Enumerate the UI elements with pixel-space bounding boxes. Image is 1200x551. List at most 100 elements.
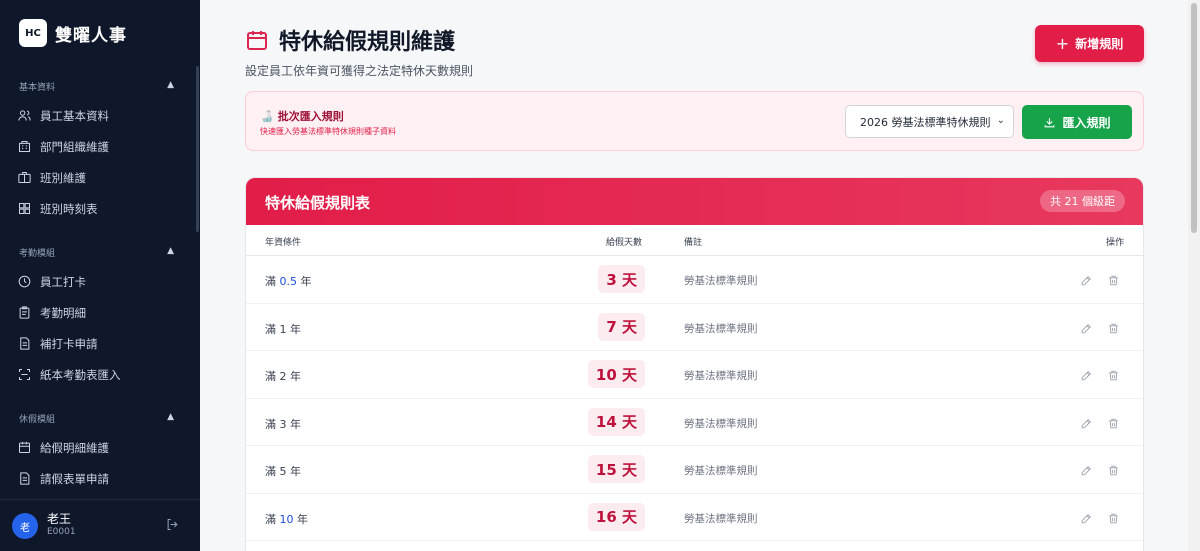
count-badge: 共 21 個級距 xyxy=(1040,190,1125,212)
brand-name: 雙曜人事 xyxy=(55,25,127,46)
col-days: 給假天數 xyxy=(606,238,643,248)
import-title: 🍶 批次匯入規則 xyxy=(260,108,344,124)
logout-icon[interactable] xyxy=(165,517,181,533)
sidebar-item-label: 請假表單申請 xyxy=(40,471,109,486)
sidebar-scrollbar[interactable] xyxy=(196,66,199,232)
page-subtitle: 設定員工依年資可獲得之法定特休天數規則 xyxy=(245,64,474,78)
collapse-caret-icon[interactable]: ▲ xyxy=(167,80,174,90)
sidebar-section-header[interactable]: 考勤模組 ▲ xyxy=(0,242,196,262)
sidebar-section-title: 休假模組 xyxy=(19,414,56,425)
seniority-condition: 滿 10 年 xyxy=(265,511,308,527)
trash-icon[interactable] xyxy=(1107,415,1121,429)
condition-unit: 年 xyxy=(286,417,301,431)
condition-unit: 年 xyxy=(286,322,301,336)
add-rule-label: 新增規則 xyxy=(1075,37,1124,51)
sidebar: HC 雙曜人事 基本資料 ▲ 員工基本資料部門組織維護班別維護 班別時刻表考勤模組 ▲ 員… xyxy=(0,0,200,551)
table-row: 滿 10 年 16 天 勞基法標準規則 xyxy=(246,494,1143,541)
sidebar-item[interactable]: 請假表單申請 xyxy=(0,463,196,494)
edit-icon[interactable] xyxy=(1080,320,1094,334)
edit-icon[interactable] xyxy=(1080,510,1094,524)
condition-unit: 年 xyxy=(297,275,312,288)
sidebar-item[interactable]: 部門組織維護 xyxy=(0,131,196,162)
add-rule-button[interactable]: + 新增規則 xyxy=(1035,25,1144,62)
rule-note: 勞基法標準規則 xyxy=(684,322,758,335)
clock-icon xyxy=(16,274,32,290)
page-scrollbar-thumb[interactable] xyxy=(1191,3,1197,233)
sidebar-section: 基本資料 ▲ 員工基本資料部門組織維護班別維護 班別時刻表 xyxy=(0,76,196,224)
condition-years: 1 xyxy=(279,322,287,336)
condition-prefix: 滿 xyxy=(265,370,280,383)
sidebar-item-label: 部門組織維護 xyxy=(40,139,109,154)
bottle-icon: 🍶 xyxy=(260,110,274,123)
edit-icon[interactable] xyxy=(1080,462,1094,476)
sidebar-item[interactable]: 考勤明細 xyxy=(0,297,196,328)
import-title-label: 批次匯入規則 xyxy=(277,110,344,123)
building-icon xyxy=(16,139,32,155)
rule-set-select-value: 2026 勞基法標準特休規則 xyxy=(860,115,991,129)
collapse-caret-icon[interactable]: ▲ xyxy=(167,246,174,256)
brand-logo: HC xyxy=(19,19,47,47)
seniority-condition: 滿 0.5 年 xyxy=(265,273,312,289)
table-row: 滿 0.5 年 3 天 勞基法標準規則 xyxy=(246,256,1143,304)
table-header-bar: 特休給假規則表 共 21 個級距 xyxy=(246,178,1143,225)
rule-note: 勞基法標準規則 xyxy=(684,512,758,525)
condition-years: 10 xyxy=(279,512,294,526)
leave-days-badge: 16 天 xyxy=(587,502,645,531)
table-row: 滿 5 年 15 天 勞基法標準規則 xyxy=(246,446,1143,494)
edit-icon[interactable] xyxy=(1080,367,1094,381)
rule-note: 勞基法標準規則 xyxy=(684,370,758,382)
calendar-icon xyxy=(245,28,269,52)
page-title: 特休給假規則維護 xyxy=(279,30,456,55)
page-scrollbar[interactable] xyxy=(1188,0,1200,551)
leave-days-badge: 3 天 xyxy=(598,265,645,293)
rules-table-card: 特休給假規則表 共 21 個級距 年資條件 給假天數 備註 操作 滿 0.5 年… xyxy=(245,177,1144,551)
leave-days-badge: 7 天 xyxy=(598,312,645,341)
sidebar-item[interactable]: 紙本考勤表匯入 xyxy=(0,359,196,390)
sidebar-section-header[interactable]: 基本資料 ▲ xyxy=(0,76,196,96)
trash-icon[interactable] xyxy=(1107,462,1121,476)
sidebar-item[interactable]: 員工基本資料 xyxy=(0,100,196,131)
grid-icon xyxy=(16,201,32,217)
table-title: 特休給假規則表 xyxy=(265,194,371,212)
seniority-condition: 滿 3 年 xyxy=(265,416,301,432)
sidebar-item[interactable]: 員工打卡 xyxy=(0,266,196,297)
import-rules-button[interactable]: 匯入規則 xyxy=(1022,105,1132,139)
condition-years: 5 xyxy=(279,465,287,478)
condition-prefix: 滿 xyxy=(265,417,280,431)
batch-import-panel: 🍶 批次匯入規則 快速匯入勞基法標準特休規則種子資料 2026 勞基法標準特休規則… xyxy=(245,91,1144,151)
user-id: E0001 xyxy=(47,527,76,537)
sidebar-item[interactable]: 給假明細維護 xyxy=(0,432,196,463)
sidebar-item-label: 紙本考勤表匯入 xyxy=(40,367,121,382)
col-note: 備註 xyxy=(684,238,703,248)
brand[interactable]: HC 雙曜人事 xyxy=(19,19,127,47)
rule-set-select[interactable]: 2026 勞基法標準特休規則 ⌄ xyxy=(845,105,1014,138)
rule-note: 勞基法標準規則 xyxy=(684,465,758,477)
condition-years: 3 xyxy=(279,417,287,431)
edit-icon[interactable] xyxy=(1080,415,1094,429)
user-panel: 老 老王 E0001 xyxy=(0,499,200,551)
condition-years: 0.5 xyxy=(279,275,298,288)
seniority-condition: 滿 5 年 xyxy=(265,463,301,479)
condition-prefix: 滿 xyxy=(265,322,280,336)
download-icon xyxy=(1045,117,1055,127)
leave-days-badge: 14 天 xyxy=(587,407,645,436)
sidebar-item[interactable]: 補打卡申請 xyxy=(0,328,196,359)
user-name: 老王 xyxy=(47,512,72,526)
sidebar-item-label: 補打卡申請 xyxy=(40,336,98,351)
document-icon xyxy=(16,336,32,352)
sidebar-item[interactable]: 班別維護 xyxy=(0,162,196,193)
trash-icon[interactable] xyxy=(1107,510,1121,524)
users-icon xyxy=(16,108,32,124)
leave-days-badge: 15 天 xyxy=(587,455,645,483)
trash-icon[interactable] xyxy=(1107,272,1121,286)
briefcase-icon xyxy=(16,170,32,186)
trash-icon[interactable] xyxy=(1107,367,1121,381)
edit-icon[interactable] xyxy=(1080,272,1094,286)
sidebar-section-header[interactable]: 休假模組 ▲ xyxy=(0,408,196,428)
condition-unit: 年 xyxy=(286,370,301,383)
collapse-caret-icon[interactable]: ▲ xyxy=(167,412,174,422)
trash-icon[interactable] xyxy=(1107,320,1121,334)
sidebar-item-label: 給假明細維護 xyxy=(40,440,109,455)
sidebar-item[interactable]: 班別時刻表 xyxy=(0,193,196,224)
condition-years: 2 xyxy=(279,370,287,383)
